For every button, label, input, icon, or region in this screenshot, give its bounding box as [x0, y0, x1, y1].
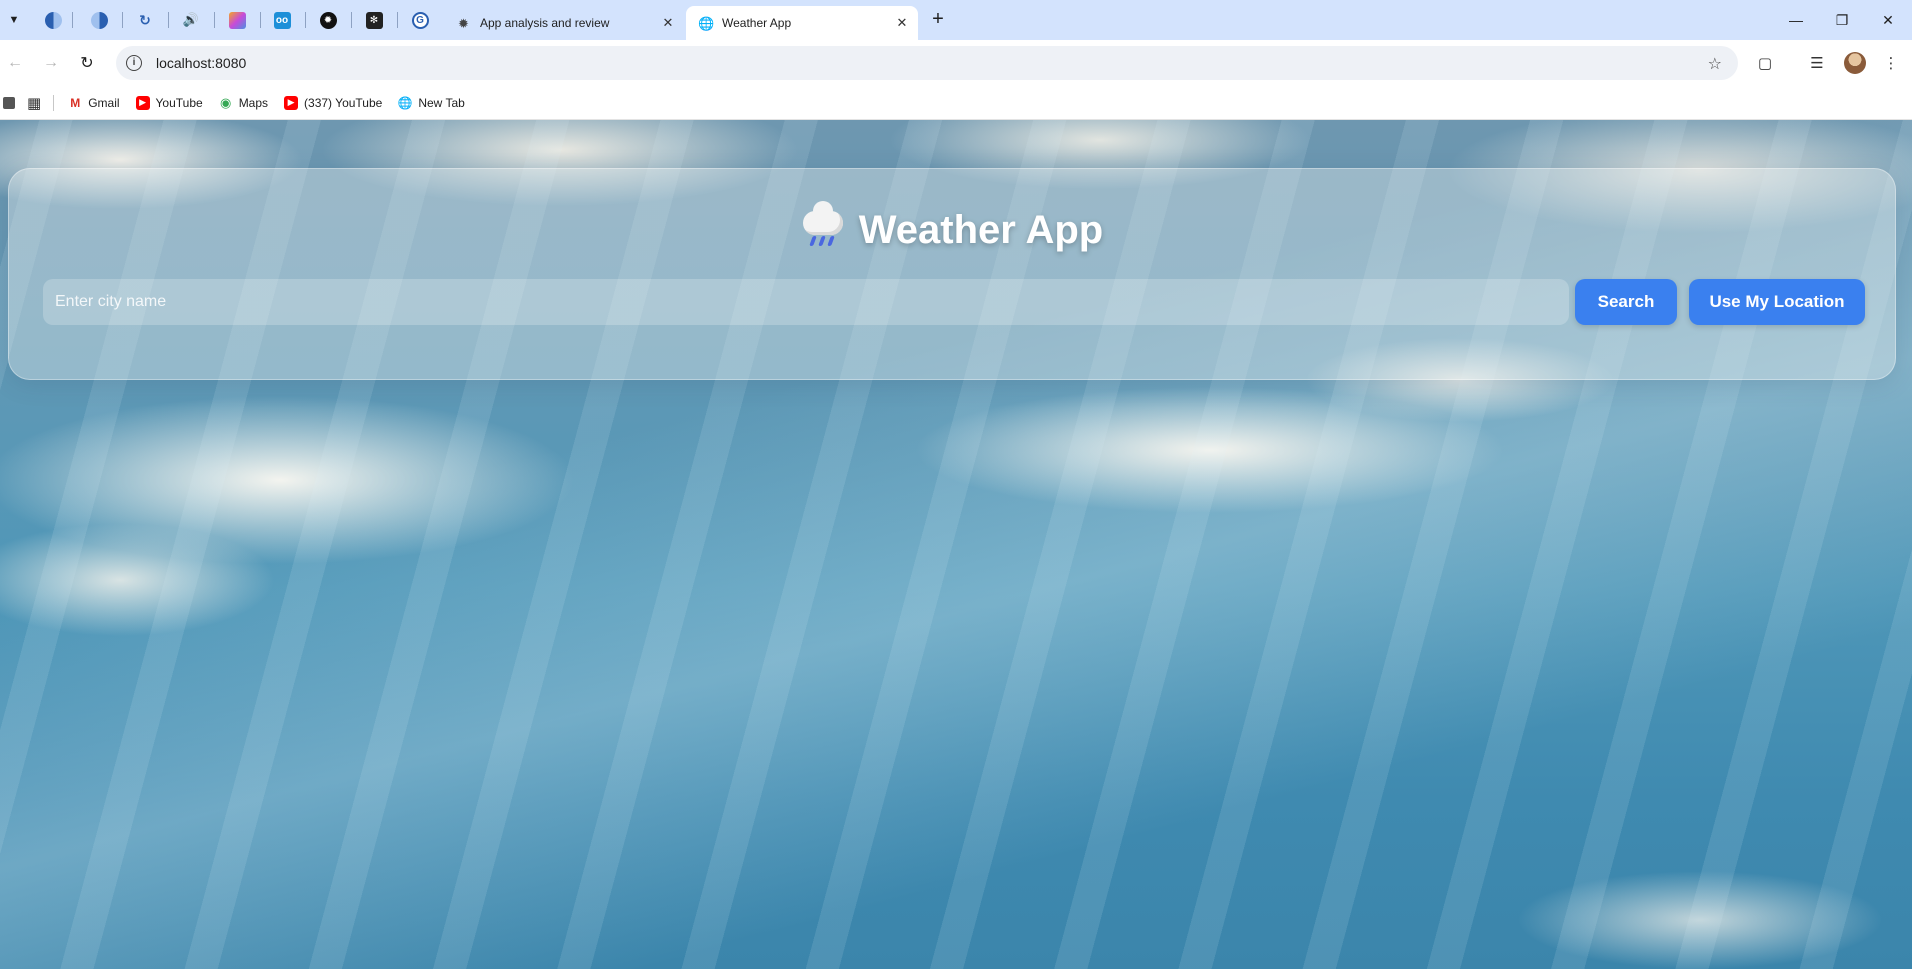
app-title-text: Weather App: [858, 208, 1104, 252]
bookmark-gmail[interactable]: M Gmail: [68, 96, 119, 110]
close-icon[interactable]: ✕: [660, 15, 676, 31]
bookmarks-divider: [53, 94, 55, 111]
browser-toolbar: ← → ↻ i localhost:8080 ☆ ▢ ☰ ⋮: [0, 40, 1912, 86]
avatar: [1844, 52, 1866, 74]
page-title: Weather App: [9, 201, 1895, 253]
speaker-icon: 🔊: [182, 12, 200, 27]
media-controls-icon[interactable]: ☰: [1804, 50, 1830, 76]
bookmark-label: Maps: [238, 95, 269, 110]
apps-grid-icon[interactable]: ▦: [27, 94, 41, 112]
openai-icon: ✹: [319, 11, 337, 29]
robot-icon: oo: [273, 11, 291, 29]
pinned-tab[interactable]: ✻: [359, 8, 389, 32]
close-icon[interactable]: ✕: [894, 15, 910, 31]
close-window-icon[interactable]: ✕: [1866, 6, 1910, 34]
bookmark-label: YouTube: [155, 95, 203, 110]
pinned-tab[interactable]: [84, 8, 114, 32]
half-circle-icon: [44, 11, 62, 29]
forward-arrow-icon[interactable]: →: [38, 50, 64, 76]
tab-weather-app[interactable]: 🌐 Weather App ✕: [686, 6, 918, 40]
bookmark-maps[interactable]: ◉ Maps: [219, 94, 269, 110]
youtube-icon: ▶: [284, 95, 299, 110]
tab-title: App analysis and review: [480, 16, 610, 30]
menu-kebab-icon[interactable]: ⋮: [1878, 50, 1904, 76]
bookmark-new-tab[interactable]: 🌐 New Tab: [397, 95, 465, 110]
history-icon: ↻: [139, 11, 151, 28]
bookmark-youtube-337[interactable]: ▶ (337) YouTube: [284, 95, 383, 110]
minimize-icon[interactable]: —: [1774, 6, 1818, 34]
bookmarks-bar: ▦ M Gmail ▶ YouTube ◉ Maps ▶ (337) YouTu…: [0, 86, 1912, 120]
bookmark-label: (337) YouTube: [304, 95, 383, 110]
search-button[interactable]: Search: [1575, 279, 1677, 325]
restore-icon[interactable]: ❐: [1820, 6, 1864, 34]
pinned-tab[interactable]: ↻: [130, 8, 160, 32]
pinned-tab[interactable]: G: [405, 8, 435, 32]
bookmark-label: Gmail: [88, 95, 120, 110]
reload-icon[interactable]: ↻: [74, 50, 100, 76]
tab-divider: [305, 12, 306, 28]
gmail-icon: M: [70, 95, 81, 110]
openai-icon: ✹: [458, 15, 469, 31]
globe-icon: 🌐: [397, 95, 413, 110]
sidebar-square-icon[interactable]: [3, 96, 15, 109]
rain-cloud-icon: [801, 201, 845, 249]
address-bar[interactable]: i localhost:8080 ☆: [116, 46, 1738, 80]
back-arrow-icon[interactable]: ←: [2, 50, 28, 76]
tab-strip: ▼ ↻ 🔊 oo ✹ ✻ G ✹ App analysis and review…: [0, 0, 1912, 40]
tab-divider: [72, 12, 73, 28]
app-logo-icon: [228, 11, 246, 29]
tab-search-chevron-icon[interactable]: ▼: [2, 8, 26, 32]
bookmark-youtube[interactable]: ▶ YouTube: [135, 95, 203, 110]
maps-icon: ◉: [220, 94, 232, 110]
pinned-tab[interactable]: oo: [267, 8, 297, 32]
tab-title: Weather App: [722, 16, 792, 30]
grid-app-icon: ✻: [365, 11, 383, 29]
tab-divider: [260, 12, 261, 28]
tab-divider: [351, 12, 352, 28]
tab-app-analysis[interactable]: ✹ App analysis and review ✕: [444, 6, 684, 40]
bookmark-label: New Tab: [418, 95, 465, 110]
tab-divider: [122, 12, 123, 28]
address-url: localhost:8080: [156, 55, 247, 71]
tab-divider: [397, 12, 398, 28]
pinned-tab[interactable]: ✹: [313, 8, 343, 32]
weather-app-page: Weather App Search Use My Location: [0, 120, 1912, 969]
half-circle-icon: [90, 11, 108, 29]
use-my-location-button[interactable]: Use My Location: [1689, 279, 1865, 325]
search-card: Weather App Search Use My Location: [8, 168, 1896, 380]
grammarly-icon: G: [411, 11, 429, 29]
new-tab-plus-icon[interactable]: +: [926, 8, 950, 32]
globe-icon: 🌐: [698, 15, 715, 31]
profile-avatar[interactable]: [1842, 50, 1868, 76]
city-search-input[interactable]: [43, 279, 1569, 325]
tab-divider: [168, 12, 169, 28]
youtube-icon: ▶: [135, 95, 150, 110]
extensions-icon[interactable]: ▢: [1752, 50, 1778, 76]
pinned-tab[interactable]: 🔊: [176, 8, 206, 32]
pinned-tab[interactable]: [222, 8, 252, 32]
pinned-tab[interactable]: [38, 8, 68, 32]
site-info-icon[interactable]: i: [126, 55, 142, 71]
tab-divider: [214, 12, 215, 28]
bookmark-star-icon[interactable]: ☆: [1708, 54, 1722, 74]
